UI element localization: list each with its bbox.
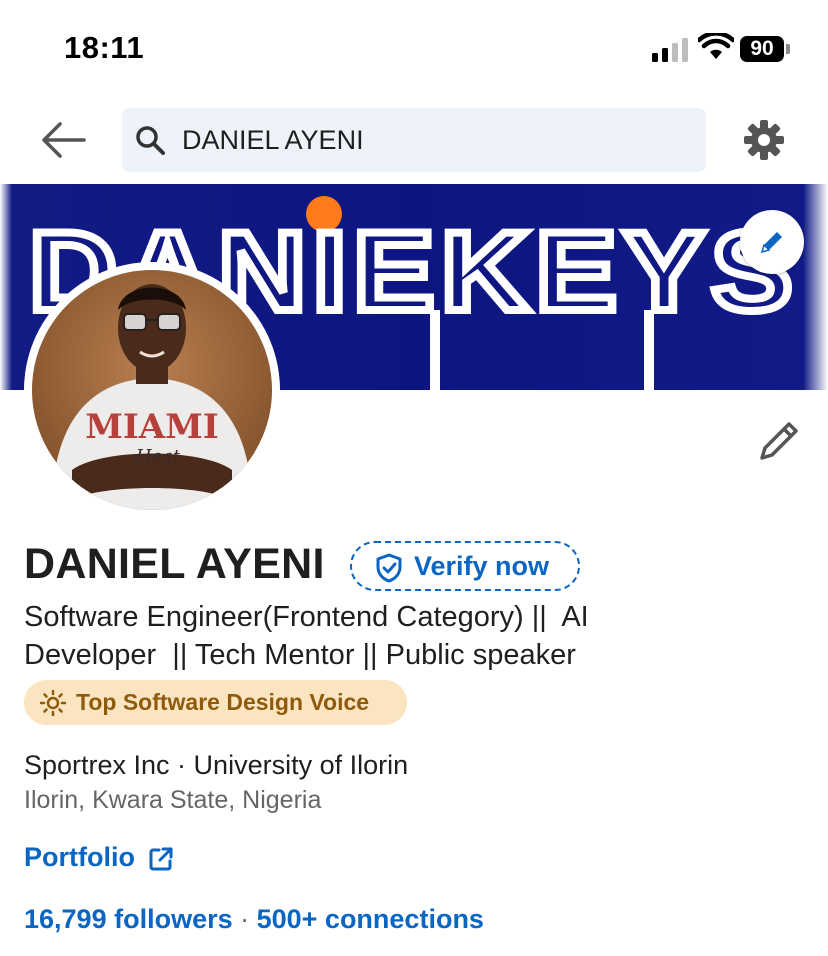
- search-icon: [136, 126, 165, 155]
- profile-location: Ilorin, Kwara State, Nigeria: [24, 786, 322, 814]
- portfolio-label: Portfolio: [24, 842, 135, 872]
- profile-photo: MIAMI Heat: [32, 270, 272, 510]
- profile-avatar[interactable]: MIAMI Heat: [24, 262, 280, 518]
- shirt-script: Heat: [135, 446, 181, 467]
- search-query-text[interactable]: DANIEL AYENI: [182, 108, 364, 172]
- portfolio-link[interactable]: Portfolio: [24, 842, 173, 873]
- profile-headline: Software Engineer(Frontend Category) || …: [24, 601, 589, 671]
- edit-profile-pencil-icon[interactable]: [756, 418, 802, 464]
- top-voice-label: Top Software Design Voice: [76, 689, 370, 715]
- shield-check-icon: [376, 553, 402, 583]
- verify-now-label: Verify now: [414, 551, 550, 581]
- shirt-text: MIAMI: [85, 407, 218, 447]
- followers-link[interactable]: 16,799 followers: [24, 904, 233, 934]
- gear-icon[interactable]: [742, 118, 786, 162]
- wifi-icon: [698, 33, 734, 59]
- battery-level: 90: [740, 36, 784, 62]
- verify-now-button[interactable]: Verify now: [350, 541, 580, 591]
- battery-indicator: 90: [740, 36, 792, 64]
- pencil-icon: [760, 232, 782, 254]
- status-time: 18:11: [64, 30, 145, 65]
- connections-link[interactable]: 500+ connections: [257, 904, 484, 934]
- top-voice-badge[interactable]: Top Software Design Voice: [24, 680, 407, 725]
- search-bar[interactable]: DANIEL AYENI: [122, 108, 706, 172]
- stats-separator: ·: [232, 904, 257, 934]
- network-stats: 16,799 followers · 500+ connections: [24, 904, 484, 935]
- profile-organizations[interactable]: Sportrex Inc · University of Ilorin: [24, 750, 408, 781]
- arrow-left-icon[interactable]: [40, 118, 86, 162]
- external-link-icon: [149, 847, 173, 871]
- battery-cap: [786, 44, 790, 54]
- cellular-signal-icon: [652, 38, 688, 62]
- edit-banner-button[interactable]: [740, 210, 804, 274]
- profile-name: DANIEL AYENI: [24, 540, 325, 588]
- lightbulb-icon: [40, 690, 66, 716]
